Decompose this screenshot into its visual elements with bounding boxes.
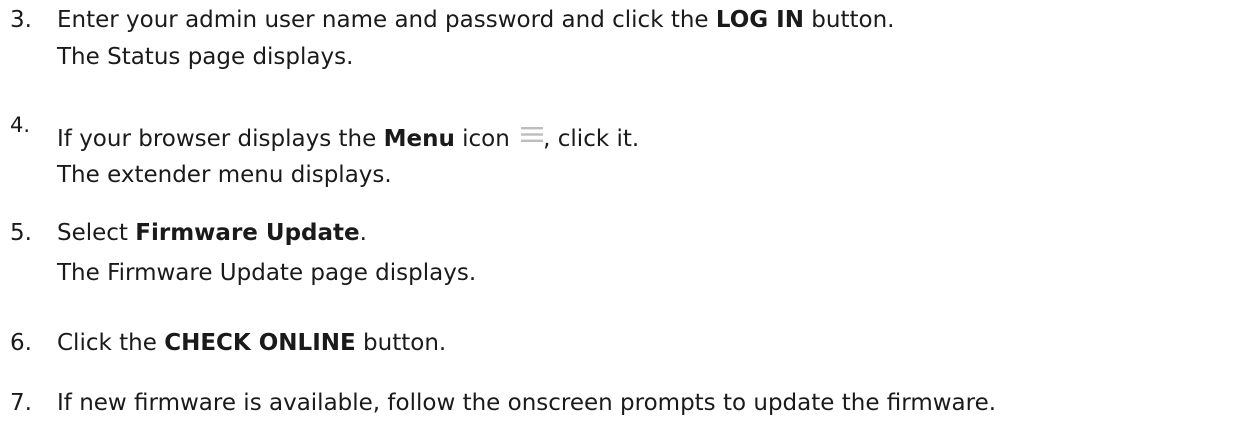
- log-in-label: LOG IN: [715, 7, 804, 33]
- step-number: 6.: [10, 330, 32, 356]
- step-instruction: If your browser displays the Menu icon ,…: [57, 126, 640, 152]
- step-number: 5.: [10, 220, 32, 246]
- step-number: 4.: [10, 113, 31, 137]
- menu-hamburger-icon: [521, 127, 544, 142]
- step-instruction: Enter your admin user name and password …: [57, 7, 895, 33]
- step-instruction: Select Firmware Update.: [57, 220, 367, 246]
- step-result: The Firmware Update page displays.: [57, 260, 477, 286]
- step-instruction: If new firmware is available, follow the…: [57, 390, 997, 416]
- step-number: 7.: [10, 390, 32, 416]
- check-online-label: CHECK ONLINE: [164, 330, 356, 356]
- step-result: The Status page displays.: [57, 44, 354, 70]
- step-number: 3.: [10, 7, 32, 33]
- firmware-update-label: Firmware Update: [135, 220, 360, 246]
- step-instruction: Click the CHECK ONLINE button.: [57, 330, 447, 356]
- menu-label: Menu: [383, 126, 455, 152]
- step-result: The extender menu displays.: [57, 162, 392, 188]
